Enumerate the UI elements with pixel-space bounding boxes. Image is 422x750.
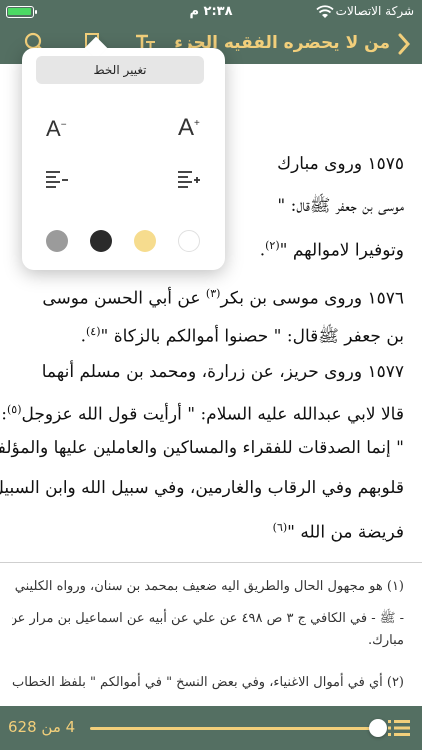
status-bar: ٢:٣٨ م شركة الاتصالات [0, 0, 422, 24]
font-size-decrease-button[interactable]: A− [46, 116, 76, 146]
font-increase-label: A [178, 114, 195, 141]
text-line: " إنما الصدقات للفقراء والمساكين والعامل… [0, 438, 404, 458]
page-slider-thumb[interactable] [369, 719, 388, 737]
font-increase-suffix: + [194, 118, 200, 129]
list-icon[interactable] [388, 719, 410, 737]
text-line: قالا لابي عبدالله عليه السلام: " أرأيت ق… [1, 403, 404, 425]
text-line: ١٥٧٧ وروى حريز، عن زرارة، ومحمد بن مسلم … [41, 362, 404, 382]
theme-dark-button[interactable] [90, 230, 112, 252]
font-settings-popover: تغيير الخط A− A+ [22, 36, 225, 270]
page-counter: 4 من 628 [8, 718, 76, 736]
footnote-line: (١) هو مجهول الحال والطريق اليه ضعيف بمح… [14, 579, 404, 594]
footer-bar: 4 من 628 [0, 706, 422, 750]
font-decrease-label: A [46, 116, 61, 141]
change-font-button[interactable]: تغيير الخط [36, 56, 204, 84]
footnote-divider [0, 562, 422, 563]
text-line: ١٥٧٦ وروى موسى بن بكر(٣) عن أبي الحسن مو… [42, 287, 404, 309]
wifi-icon [316, 5, 334, 18]
font-size-increase-button[interactable]: A+ [178, 114, 208, 144]
theme-gray-button[interactable] [46, 230, 68, 252]
text-line: فريضة من الله "(٦) [272, 521, 404, 543]
font-decrease-suffix: − [60, 119, 67, 131]
theme-sepia-button[interactable] [134, 230, 156, 252]
page-slider-track[interactable] [90, 727, 380, 730]
footnote-line: - ﷺ - في الكافي ج ٣ ص ٤٩٨ عن علي عن أبيه… [12, 611, 404, 626]
footnote-line: مبارك. [368, 633, 404, 648]
back-chevron-icon[interactable] [396, 32, 412, 56]
line-spacing-decrease-icon[interactable] [44, 168, 70, 192]
text-line: قلوبهم وفي الرقاب والغارمين، وفي سبيل ال… [0, 478, 404, 498]
text-line: بن جعفر ﷺقال: " حصنوا أموالكم بالزكاة "(… [80, 325, 404, 347]
footnote-line: (٢) أي في أموال الاغنياء، وفي بعض النسخ … [12, 675, 404, 690]
theme-white-button[interactable] [178, 230, 200, 252]
carrier-name: شركة الاتصالات [335, 4, 414, 18]
line-spacing-increase-icon[interactable] [176, 168, 202, 192]
